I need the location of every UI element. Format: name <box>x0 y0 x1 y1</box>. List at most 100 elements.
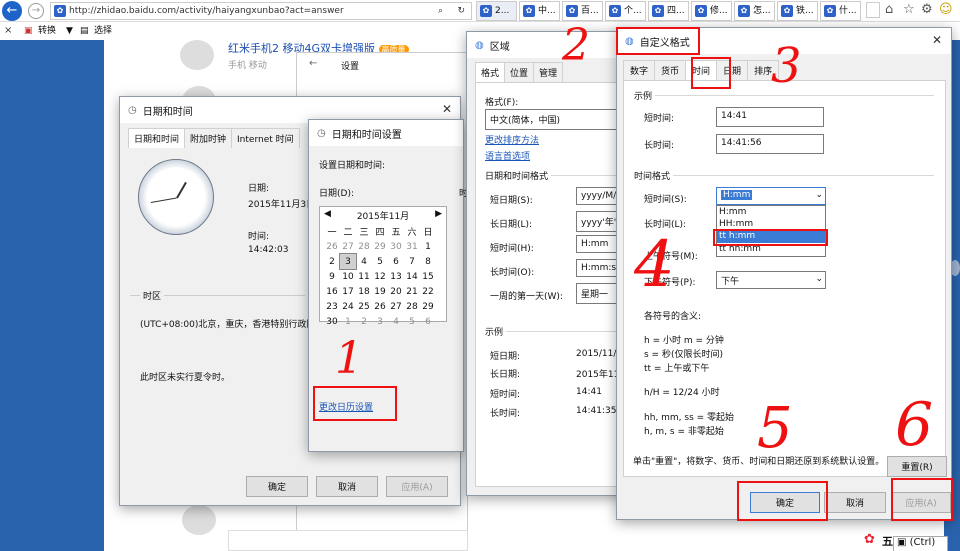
ok-button[interactable]: 确定 <box>246 476 308 497</box>
calendar-day[interactable]: 28 <box>356 239 372 254</box>
calendar-day[interactable]: 1 <box>340 314 356 329</box>
tab-formats[interactable]: 格式 <box>475 62 506 82</box>
calendar-day[interactable]: 17 <box>340 284 356 299</box>
short-time-combobox[interactable]: H:mm ⌄ <box>716 187 826 205</box>
close-icon[interactable]: × <box>4 22 12 40</box>
calendar-day[interactable]: 5 <box>404 314 420 329</box>
tab-datetime[interactable]: 日期和时间 <box>128 128 186 148</box>
cancel-button[interactable]: 取消 <box>824 492 886 513</box>
calendar-day[interactable]: 13 <box>388 269 404 284</box>
calendar-month[interactable]: 2015年11月 <box>357 209 409 222</box>
tab-currency[interactable]: 货币 <box>654 60 687 80</box>
calendar-day[interactable]: 9 <box>324 269 340 284</box>
paste-options-button[interactable]: ▣ (Ctrl) <box>893 536 948 551</box>
calendar-day[interactable]: 21 <box>404 284 420 299</box>
calendar-day[interactable]: 2 <box>356 314 372 329</box>
calendar-day[interactable]: 10 <box>340 269 356 284</box>
calendar-day[interactable]: 25 <box>356 299 372 314</box>
sort-link[interactable]: 更改排序方法 <box>485 133 539 146</box>
calendar-day[interactable]: 6 <box>420 314 436 329</box>
tab-numbers[interactable]: 数字 <box>623 60 656 80</box>
back-button[interactable]: ← <box>2 1 22 21</box>
browser-tab[interactable]: ✿ 修... <box>691 1 732 21</box>
favorites-star-icon[interactable]: ☆ <box>903 2 915 17</box>
calendar-day[interactable]: 15 <box>420 269 436 284</box>
calendar-day[interactable]: 3 <box>372 314 388 329</box>
lang-pref-link[interactable]: 语言首选项 <box>485 149 530 162</box>
calendar-day[interactable]: 12 <box>372 269 388 284</box>
browser-tab[interactable]: ✿ 铁... <box>777 1 818 21</box>
date-picker-label: 日期(D): <box>319 189 354 199</box>
calendar-day[interactable]: 27 <box>340 239 356 254</box>
settings-gear-icon[interactable]: ⚙ <box>921 2 933 17</box>
browser-tab[interactable]: ✿ 中... <box>519 1 560 21</box>
calendar-day[interactable]: 5 <box>372 254 388 269</box>
calendar-day[interactable]: 26 <box>324 239 340 254</box>
back-arrow-icon[interactable]: ← <box>309 58 317 69</box>
search-icon[interactable]: ⌕ <box>438 3 443 19</box>
calendar-day[interactable]: 23 <box>324 299 340 314</box>
calendar-day[interactable]: 30 <box>324 314 340 329</box>
home-icon[interactable]: ⌂ <box>885 2 893 17</box>
calendar-day[interactable]: 24 <box>340 299 356 314</box>
calendar-day[interactable]: 2 <box>324 254 340 269</box>
settings-label: 设置 <box>341 62 360 72</box>
calendar-day[interactable]: 22 <box>420 284 436 299</box>
short-time-example: 14:41 <box>716 107 824 127</box>
close-icon[interactable]: ✕ <box>932 33 942 47</box>
calendar-day[interactable]: 30 <box>388 239 404 254</box>
forward-button[interactable]: → <box>28 3 44 19</box>
smiley-icon[interactable]: ☺ <box>939 2 953 17</box>
calendar-day[interactable]: 18 <box>356 284 372 299</box>
chevron-down-icon[interactable]: ⌄ <box>815 274 823 284</box>
browser-tab[interactable]: ✿ 个... <box>605 1 646 21</box>
cancel-button[interactable]: 取消 <box>316 476 378 497</box>
tab-additional-clocks[interactable]: 附加时钟 <box>184 128 233 148</box>
calendar-day[interactable]: 29 <box>372 239 388 254</box>
calendar-day[interactable]: 19 <box>372 284 388 299</box>
highlight-change-calendar <box>313 386 397 421</box>
chevron-down-icon[interactable]: ▼ <box>66 22 73 40</box>
calendar-day[interactable]: 26 <box>372 299 388 314</box>
clock-small-icon: ◷ <box>317 127 326 139</box>
example-short-time-label: 短时间: <box>490 390 521 400</box>
calendar-day[interactable]: 14 <box>404 269 420 284</box>
calendar-day[interactable]: 28 <box>404 299 420 314</box>
globe-icon: ◍ <box>475 39 484 51</box>
apply-button[interactable]: 应用(A) <box>386 476 448 497</box>
dropdown-option[interactable]: H:mm <box>717 206 825 218</box>
format-select[interactable]: 中文(简体，中国) <box>485 109 628 130</box>
calendar-day[interactable]: 27 <box>388 299 404 314</box>
prev-month-icon[interactable]: ◀ <box>324 209 331 222</box>
meaning-line: h = 小时 m = 分钟 <box>644 336 724 346</box>
tab-administrative[interactable]: 管理 <box>533 62 564 82</box>
browser-tab[interactable]: ✿ 百... <box>562 1 603 21</box>
calendar-day[interactable]: 1 <box>420 239 436 254</box>
browser-tab[interactable]: ✿ 怎... <box>734 1 775 21</box>
browser-tab[interactable]: ✿ 什... <box>820 1 861 21</box>
calendar-day[interactable]: 16 <box>324 284 340 299</box>
tab-location[interactable]: 位置 <box>504 62 535 82</box>
next-month-icon[interactable]: ▶ <box>435 209 442 222</box>
calendar-day-selected[interactable]: 3 <box>339 253 357 270</box>
pm-symbol-select[interactable]: 下午 ⌄ <box>716 271 826 289</box>
calendar-day[interactable]: 11 <box>356 269 372 284</box>
calendar-day[interactable]: 8 <box>420 254 436 269</box>
calendar-day[interactable]: 7 <box>404 254 420 269</box>
calendar-day[interactable]: 6 <box>388 254 404 269</box>
select-button[interactable]: 选择 <box>94 22 112 40</box>
address-bar[interactable]: ✿ http://zhidao.baidu.com/activity/haiya… <box>50 2 472 20</box>
tab-internet-time[interactable]: Internet 时间 <box>231 128 300 148</box>
convert-button[interactable]: 转换 <box>38 22 56 40</box>
new-tab-button[interactable] <box>866 2 880 18</box>
close-icon[interactable]: ✕ <box>442 102 452 116</box>
browser-tab[interactable]: ✿ 2... <box>476 1 517 21</box>
calendar-day[interactable]: 4 <box>356 254 372 269</box>
calendar-day[interactable]: 20 <box>388 284 404 299</box>
refresh-icon[interactable]: ↻ <box>457 3 465 19</box>
chevron-down-icon[interactable]: ⌄ <box>815 190 823 200</box>
calendar-day[interactable]: 29 <box>420 299 436 314</box>
calendar-day[interactable]: 31 <box>404 239 420 254</box>
browser-tab[interactable]: ✿ 四... <box>648 1 689 21</box>
calendar-day[interactable]: 4 <box>388 314 404 329</box>
